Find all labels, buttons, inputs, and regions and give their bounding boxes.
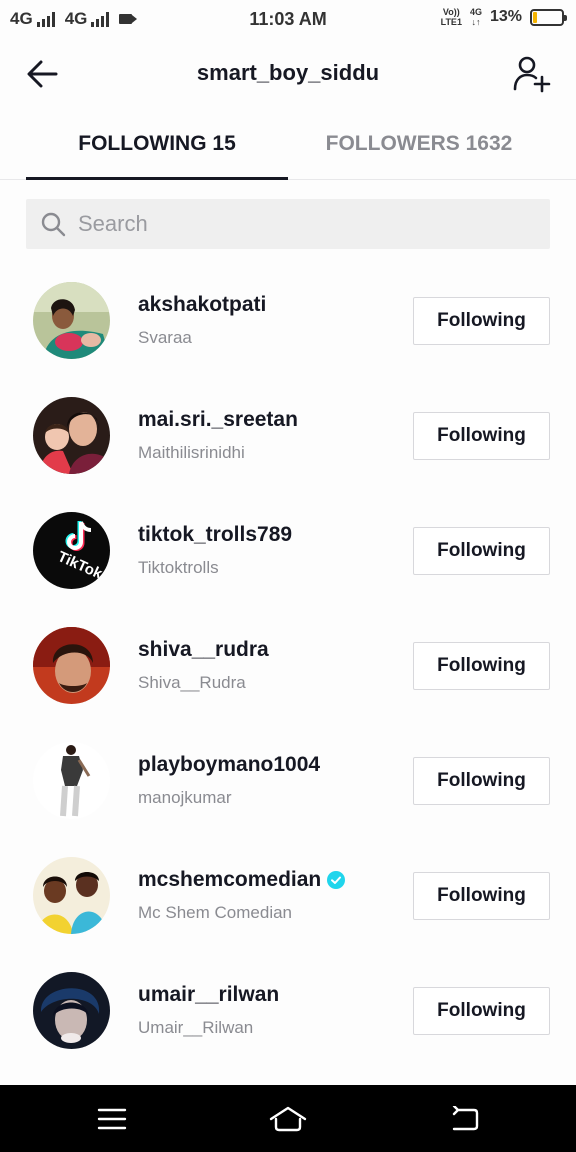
add-user-button[interactable] [512,54,552,94]
nickname: Shiva__Rudra [138,673,246,692]
list-item[interactable]: akshakotpati Svaraa Following [0,263,576,378]
following-button[interactable]: Following [413,872,550,920]
username[interactable]: shiva__rudra [138,638,269,662]
tab-bar: FOLLOWING 15 FOLLOWERS 1632 [0,108,576,180]
nickname: manojkumar [138,788,232,807]
list-item[interactable]: TikTok tiktok_trolls789 Tiktoktrolls Fol… [0,493,576,608]
avatar[interactable]: TikTok [33,512,110,589]
arrow-left-icon [27,60,58,88]
following-button[interactable]: Following [413,987,550,1035]
username[interactable]: playboymano1004 [138,753,320,777]
menu-button[interactable] [90,1101,134,1137]
username[interactable]: umair__rilwan [138,983,279,1007]
nickname: Svaraa [138,328,192,347]
nickname: Umair__Rilwan [138,1018,254,1037]
avatar[interactable] [33,972,110,1049]
search-icon [41,212,66,237]
back-nav-icon [452,1106,479,1131]
list-item[interactable]: mcshemcomedian Mc Shem Comedian Followin… [0,838,576,953]
back-nav-button[interactable] [442,1101,486,1137]
status-bar: 4G 4G 11:03 AM Vo)) LTE1 4G ↓↑ 13% [0,0,576,40]
avatar[interactable] [33,857,110,934]
following-button[interactable]: Following [413,527,550,575]
menu-icon [97,1108,127,1130]
battery-percent: 13% [489,8,522,25]
tab-followers[interactable]: FOLLOWERS 1632 [288,108,550,180]
data-network-icon: 4G ↓↑ [469,7,482,27]
tab-following[interactable]: FOLLOWING 15 [26,108,288,180]
page-title: smart_boy_siddu [196,60,380,85]
following-button[interactable]: Following [413,642,550,690]
volte-icon: Vo)) LTE1 [440,7,462,27]
list-item[interactable]: mai.sri._sreetan Maithilisrinidhi Follow… [0,378,576,493]
search-bar[interactable] [26,199,550,249]
search-input[interactable] [78,211,518,237]
following-list: akshakotpati Svaraa Following mai.sri._s… [0,263,576,1068]
username[interactable]: mai.sri._sreetan [138,408,298,432]
nickname: Tiktoktrolls [138,558,219,577]
system-nav-bar [0,1085,576,1152]
verified-badge-icon [327,871,346,889]
username[interactable]: akshakotpati [138,293,266,317]
status-right: Vo)) LTE1 4G ↓↑ 13% [440,7,567,27]
battery-level [533,11,537,23]
avatar[interactable] [33,742,110,819]
following-button[interactable]: Following [413,412,550,460]
avatar[interactable] [33,282,110,359]
home-button[interactable] [266,1101,310,1137]
username[interactable]: mcshemcomedian [138,868,346,892]
username[interactable]: tiktok_trolls789 [138,523,292,547]
battery-icon [530,8,567,26]
header: smart_boy_siddu [0,40,576,108]
following-button[interactable]: Following [413,757,550,805]
list-item[interactable]: shiva__rudra Shiva__Rudra Following [0,608,576,723]
nickname: Mc Shem Comedian [138,903,293,922]
back-button[interactable] [24,56,60,92]
avatar[interactable] [33,397,110,474]
list-item[interactable]: umair__rilwan Umair__Rilwan Following [0,953,576,1068]
list-item[interactable]: playboymano1004 manojkumar Following [0,723,576,838]
home-icon [269,1106,307,1132]
nickname: Maithilisrinidhi [138,443,245,462]
following-button[interactable]: Following [413,297,550,345]
avatar[interactable] [33,627,110,704]
add-user-icon [513,56,551,93]
